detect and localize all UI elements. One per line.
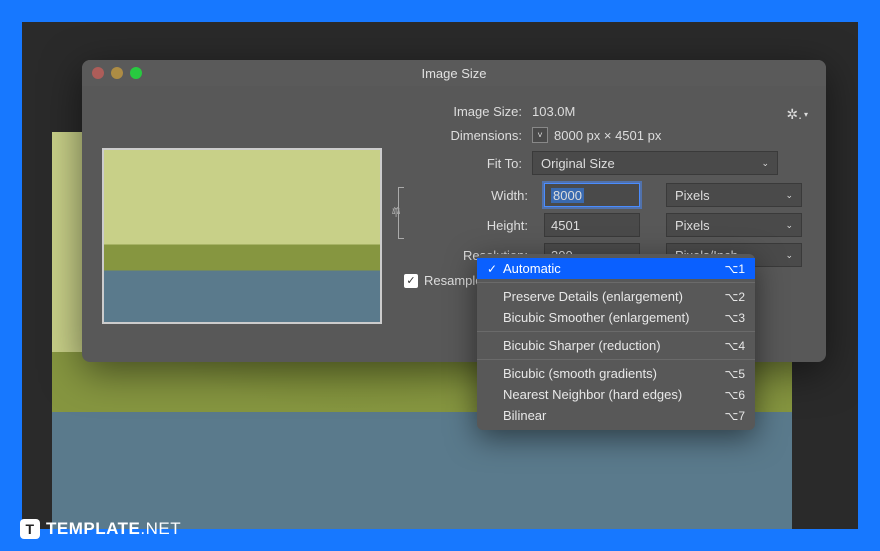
resample-option-bicubic-sharper[interactable]: Bicubic Sharper (reduction) ⌥4 bbox=[477, 335, 755, 356]
gear-icon: ✲. bbox=[786, 106, 802, 123]
app-workspace: Image Size ✲. ▾ Image Size: 103.0M Dimen… bbox=[22, 22, 858, 529]
dimensions-label: Dimensions: bbox=[404, 128, 532, 143]
resample-option-automatic[interactable]: ✓ Automatic ⌥1 bbox=[477, 258, 755, 279]
fit-to-select[interactable]: Original Size ⌄ bbox=[532, 151, 778, 175]
chevron-down-icon: ⌄ bbox=[785, 190, 793, 201]
fit-to-value: Original Size bbox=[541, 156, 615, 171]
resample-dropdown: ✓ Automatic ⌥1 Preserve Details (enlarge… bbox=[477, 254, 755, 430]
link-icon: 𐄷 bbox=[391, 207, 401, 219]
image-size-value: 103.0M bbox=[532, 104, 575, 119]
width-label: Width: bbox=[434, 188, 538, 203]
dimensions-value: 8000 px × 4501 px bbox=[554, 128, 661, 143]
resample-option-bilinear[interactable]: Bilinear ⌥7 bbox=[477, 405, 755, 426]
width-unit-select[interactable]: Pixels ⌄ bbox=[666, 183, 802, 207]
resample-option-preserve-details[interactable]: Preserve Details (enlargement) ⌥2 bbox=[477, 286, 755, 307]
chevron-down-icon: ▾ bbox=[804, 110, 808, 119]
check-icon: ✓ bbox=[487, 262, 503, 276]
image-size-label: Image Size: bbox=[404, 104, 532, 119]
resample-option-nearest-neighbor[interactable]: Nearest Neighbor (hard edges) ⌥6 bbox=[477, 384, 755, 405]
dialog-title: Image Size bbox=[82, 66, 826, 81]
width-input[interactable]: 8000 bbox=[544, 183, 640, 207]
resample-option-bicubic-smoother[interactable]: Bicubic Smoother (enlargement) ⌥3 bbox=[477, 307, 755, 328]
resample-label: Resample bbox=[424, 273, 483, 288]
resample-checkbox[interactable]: ✓ bbox=[404, 274, 418, 288]
settings-gear-button[interactable]: ✲. ▾ bbox=[786, 106, 808, 123]
chevron-down-icon: ⌄ bbox=[761, 158, 769, 169]
height-unit-select[interactable]: Pixels ⌄ bbox=[666, 213, 802, 237]
watermark: T TEMPLATE.NET bbox=[20, 519, 181, 539]
image-preview bbox=[102, 148, 382, 324]
chevron-down-icon: ⌄ bbox=[785, 250, 793, 261]
dimensions-toggle[interactable]: ˅ bbox=[532, 127, 548, 143]
dialog-titlebar: Image Size bbox=[82, 60, 826, 86]
watermark-icon: T bbox=[20, 519, 40, 539]
resample-option-bicubic[interactable]: Bicubic (smooth gradients) ⌥5 bbox=[477, 363, 755, 384]
height-label: Height: bbox=[434, 218, 538, 233]
chevron-down-icon: ⌄ bbox=[785, 220, 793, 231]
height-input[interactable]: 4501 bbox=[544, 213, 640, 237]
constrain-proportions-toggle[interactable]: 𐄷 bbox=[398, 187, 404, 239]
fit-to-label: Fit To: bbox=[404, 156, 532, 171]
